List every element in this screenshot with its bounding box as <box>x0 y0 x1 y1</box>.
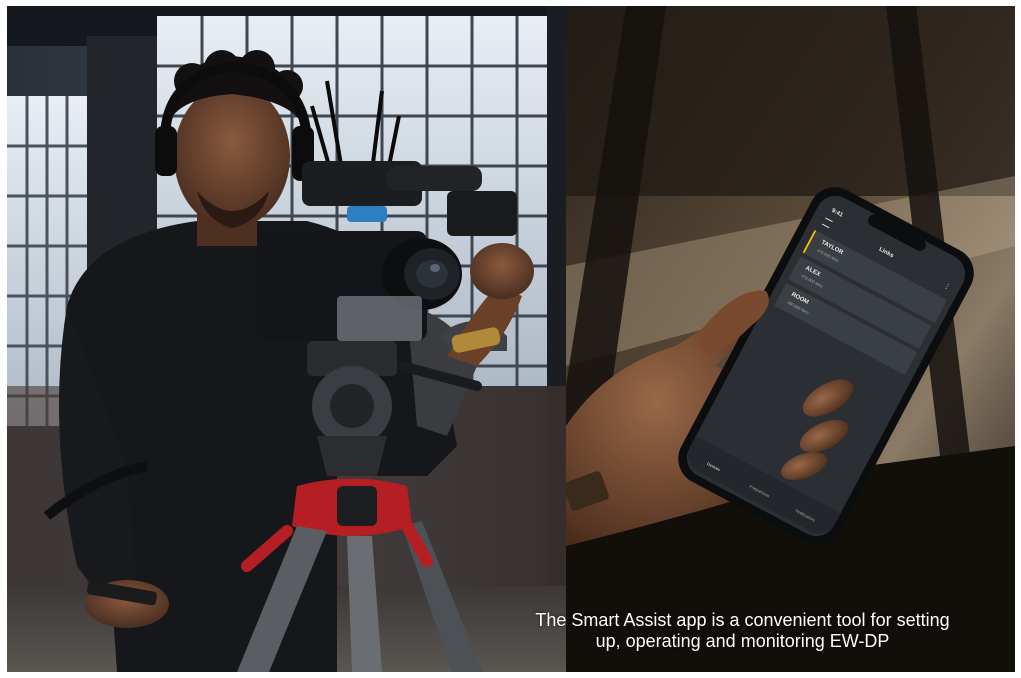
nav-devices[interactable]: Devices <box>695 455 733 478</box>
caption-line-1: The Smart Assist app is a convenient too… <box>535 610 950 630</box>
nav-notifications[interactable]: Notifications <box>787 504 825 527</box>
photo-hand-holding-phone: 9:41 Links ⋮ TAYLOR 470.000 MHz ALEX 475… <box>566 6 1015 672</box>
filmmaker-scene-illustration <box>7 6 566 672</box>
status-time: 9:41 <box>830 207 844 219</box>
image-caption: The Smart Assist app is a convenient too… <box>470 610 1015 652</box>
caption-line-2: up, operating and monitoring EW-DP <box>595 631 890 651</box>
photo-filmmaker-with-camera <box>7 6 566 672</box>
channel-frequency: 475.000 MHz <box>800 273 824 289</box>
nav-frequencies[interactable]: Frequencies <box>741 479 779 502</box>
image-frame: 9:41 Links ⋮ TAYLOR 470.000 MHz ALEX 475… <box>0 0 1021 678</box>
